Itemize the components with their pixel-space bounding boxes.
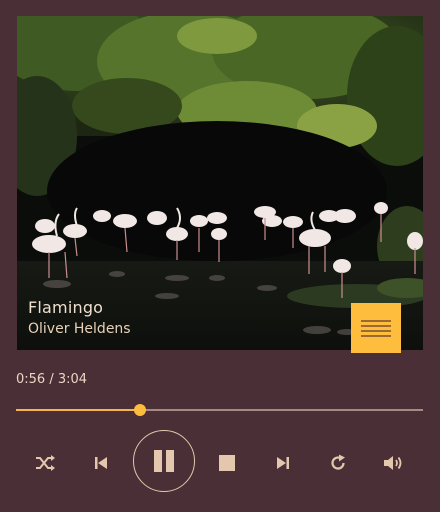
shuffle-icon <box>36 455 55 471</box>
time-separator: / <box>45 372 58 387</box>
skip-previous-icon <box>95 457 107 469</box>
stop-button[interactable] <box>214 450 240 476</box>
skip-next-icon <box>277 457 289 469</box>
track-artist: Oliver Heldens <box>28 321 131 337</box>
progress-fill <box>16 409 140 411</box>
total-duration: 3:04 <box>57 372 88 387</box>
stop-icon <box>219 455 235 471</box>
shuffle-button[interactable] <box>32 450 58 476</box>
volume-icon <box>384 456 402 470</box>
playlist-button[interactable] <box>351 303 401 353</box>
repeat-icon <box>331 454 345 470</box>
volume-button[interactable] <box>381 450 407 476</box>
pause-icon <box>154 450 174 472</box>
album-artwork: Flamingo Oliver Heldens <box>17 16 423 350</box>
next-button[interactable] <box>270 450 296 476</box>
time-readout: 0:56 / 3:04 <box>16 372 87 387</box>
progress-thumb[interactable] <box>133 404 146 416</box>
playback-controls <box>0 428 440 498</box>
elapsed-time: 0:56 <box>16 372 46 387</box>
progress-bar[interactable] <box>16 404 423 416</box>
play-pause-button[interactable] <box>133 430 195 492</box>
playlist-icon <box>361 320 391 337</box>
track-title: Flamingo <box>28 298 104 317</box>
repeat-button[interactable] <box>325 450 351 476</box>
previous-button[interactable] <box>88 450 114 476</box>
